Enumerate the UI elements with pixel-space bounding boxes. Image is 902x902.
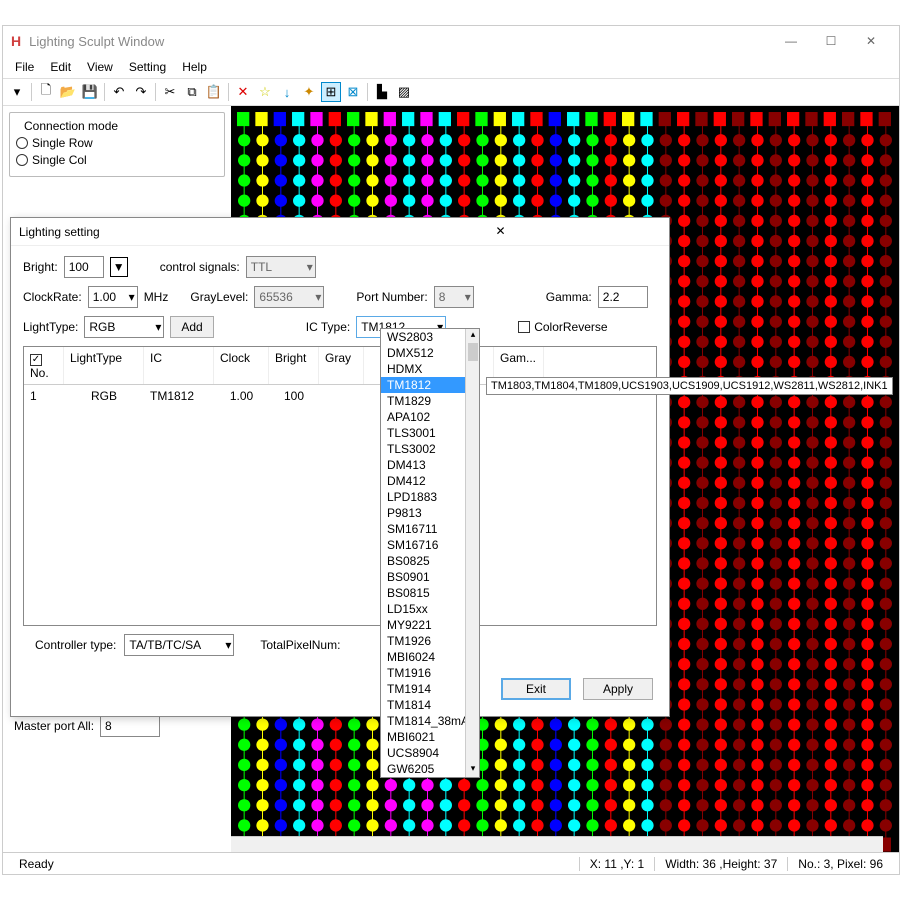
window-title: Lighting Sculpt Window: [29, 34, 771, 49]
h-scrollbar[interactable]: [231, 836, 883, 852]
dialog-title: Lighting setting: [19, 225, 340, 239]
cut-icon[interactable]: ✂: [160, 82, 180, 102]
minimize-button[interactable]: —: [771, 26, 811, 56]
statusbar: Ready X: 11 ,Y: 1 Width: 36 ,Height: 37 …: [3, 852, 899, 874]
tool2-icon[interactable]: ▨: [394, 82, 414, 102]
scroll-down-icon[interactable]: ▾: [466, 763, 480, 777]
app-icon: H: [11, 33, 21, 49]
new-icon[interactable]: 🗋: [36, 82, 56, 102]
maximize-button[interactable]: ☐: [811, 26, 851, 56]
th-bright[interactable]: Bright: [269, 347, 319, 384]
th-clock[interactable]: Clock: [214, 347, 269, 384]
gamma-label: Gamma:: [546, 290, 592, 304]
redo-icon[interactable]: ↷: [131, 82, 151, 102]
totalpixel-label: TotalPixelNum:: [260, 638, 340, 652]
menubar: File Edit View Setting Help: [3, 56, 899, 78]
apply-button[interactable]: Apply: [583, 678, 653, 700]
scroll-up-icon[interactable]: ▴: [466, 329, 480, 343]
menu-help[interactable]: Help: [174, 58, 215, 76]
port-label: Port Number:: [356, 290, 427, 304]
clock-label: ClockRate:: [23, 290, 82, 304]
control-label: control signals:: [160, 260, 240, 274]
master-label: Master port All:: [14, 719, 94, 733]
gray-label: GrayLevel:: [190, 290, 248, 304]
master-port-row: Master port All:: [14, 715, 160, 737]
gray-combo: 65536▾: [254, 286, 324, 308]
scroll-thumb[interactable]: [468, 343, 478, 361]
radio-single-row[interactable]: Single Row: [16, 136, 218, 150]
copy-icon[interactable]: ⧉: [182, 82, 202, 102]
status-np: No.: 3, Pixel: 96: [787, 857, 893, 871]
open-icon[interactable]: 📂: [58, 82, 78, 102]
lighting-dialog: Lighting setting ✕ Bright: ▼ control sig…: [10, 217, 670, 717]
radio-single-col[interactable]: Single Col: [16, 153, 218, 167]
star-icon[interactable]: ☆: [255, 82, 275, 102]
th-lighttype[interactable]: LightType: [64, 347, 144, 384]
delete-icon[interactable]: ✕: [233, 82, 253, 102]
toolbar: ▾ 🗋 📂 💾 ↶ ↷ ✂ ⧉ 📋 ✕ ☆ ↓ ✦ ⊞ ⊠ ▙ ▨: [3, 78, 899, 106]
colorreverse-checkbox[interactable]: ColorReverse: [518, 320, 607, 334]
menu-file[interactable]: File: [7, 58, 42, 76]
controller-label: Controller type:: [35, 638, 116, 652]
clock-unit: MHz: [144, 290, 169, 304]
menu-view[interactable]: View: [79, 58, 121, 76]
bright-label: Bright:: [23, 260, 58, 274]
header-checkbox[interactable]: ✓: [30, 354, 42, 366]
status-ready: Ready: [9, 857, 579, 871]
connection-group: Connection mode Single Row Single Col: [9, 112, 225, 177]
controller-combo[interactable]: TA/TB/TC/SA▾: [124, 634, 234, 656]
menu-setting[interactable]: Setting: [121, 58, 174, 76]
dropdown-option[interactable]: HBS1920: [381, 777, 479, 778]
menu-edit[interactable]: Edit: [42, 58, 79, 76]
dropdown-scrollbar[interactable]: ▴ ▾: [465, 329, 479, 777]
save-icon[interactable]: 💾: [80, 82, 100, 102]
exit-button[interactable]: Exit: [501, 678, 571, 700]
sparkle-icon[interactable]: ✦: [299, 82, 319, 102]
clock-combo[interactable]: 1.00▾: [88, 286, 138, 308]
master-input[interactable]: [100, 715, 160, 737]
th-ic[interactable]: IC: [144, 347, 214, 384]
port-combo: 8▾: [434, 286, 474, 308]
lighttype-label: LightType:: [23, 320, 78, 334]
titlebar: H Lighting Sculpt Window — ☐ ✕: [3, 26, 899, 56]
paste-icon[interactable]: 📋: [204, 82, 224, 102]
status-wh: Width: 36 ,Height: 37: [654, 857, 787, 871]
lighttype-combo[interactable]: RGB▾: [84, 316, 164, 338]
dropdown-icon[interactable]: ▾: [7, 82, 27, 102]
dialog-titlebar: Lighting setting ✕: [11, 218, 669, 246]
gamma-input[interactable]: [598, 286, 648, 308]
control-combo: TTL▾: [246, 256, 316, 278]
grid-icon[interactable]: ⊞: [321, 82, 341, 102]
box-icon[interactable]: ⊠: [343, 82, 363, 102]
tool1-icon[interactable]: ▙: [372, 82, 392, 102]
th-gray[interactable]: Gray: [319, 347, 364, 384]
bright-dropdown-icon[interactable]: ▼: [110, 257, 128, 277]
undo-icon[interactable]: ↶: [109, 82, 129, 102]
dialog-close-icon[interactable]: ✕: [340, 224, 661, 240]
status-xy: X: 11 ,Y: 1: [579, 857, 654, 871]
bright-input[interactable]: [64, 256, 104, 278]
add-button[interactable]: Add: [170, 316, 213, 338]
connection-title: Connection mode: [20, 119, 122, 133]
ictype-dropdown[interactable]: WS2803DMX512HDMXTM1812TM1829APA102TLS300…: [380, 328, 480, 778]
ictype-label: IC Type:: [306, 320, 350, 334]
ictype-tooltip: TM1803,TM1804,TM1809,UCS1903,UCS1909,UCS…: [486, 377, 893, 395]
close-button[interactable]: ✕: [851, 26, 891, 56]
arrow-down-icon[interactable]: ↓: [277, 82, 297, 102]
